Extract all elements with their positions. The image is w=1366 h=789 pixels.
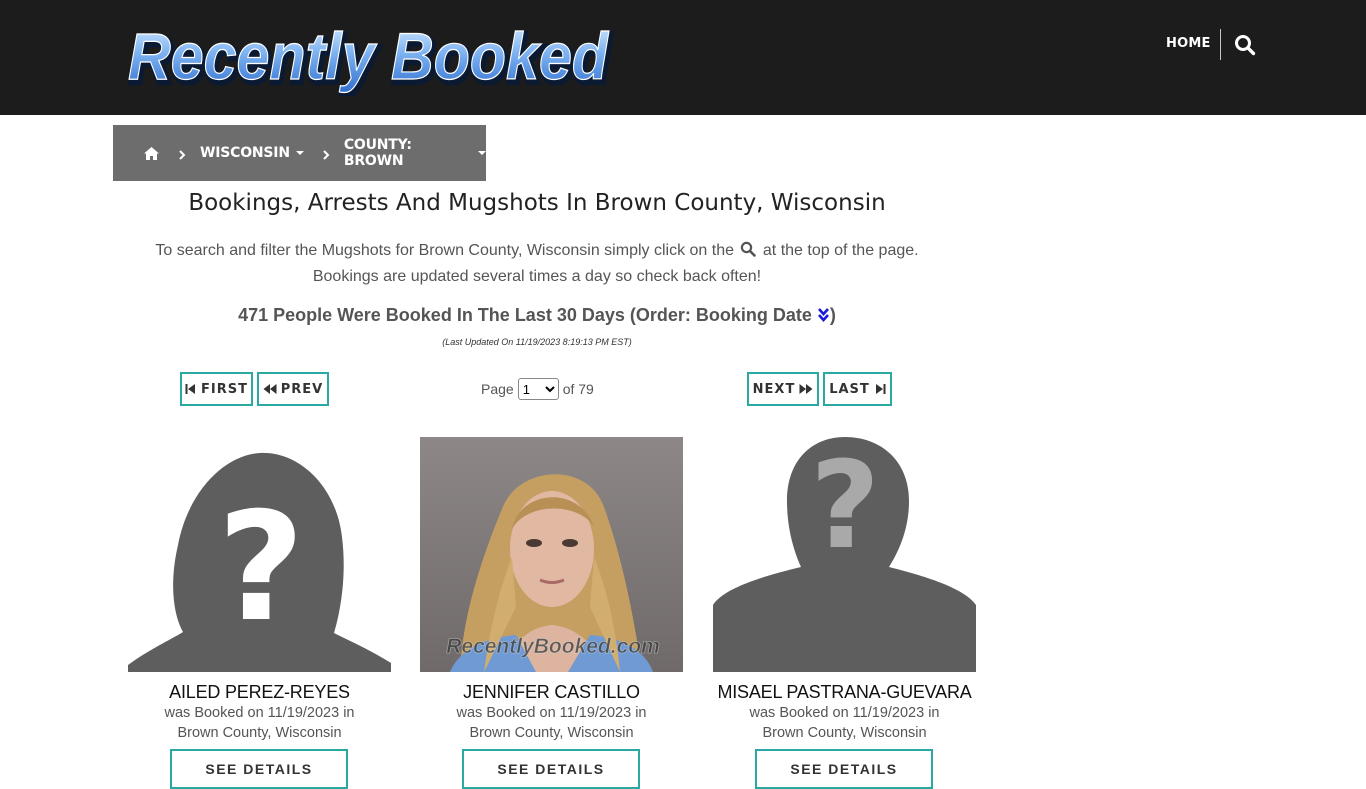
intro-text-part1: To search and filter the Mugshots for Br… <box>155 242 734 259</box>
logo-graphic: Recently Booked Recently Booked <box>127 18 615 96</box>
booking-location-text: Brown County, Wisconsin <box>469 725 634 741</box>
booking-name[interactable]: JENNIFER CASTILLO <box>380 682 723 703</box>
page-select[interactable]: 1 <box>517 378 559 400</box>
booking-count-text: 471 People Were Booked In The Last 30 Da… <box>238 305 812 325</box>
next-page-button[interactable]: NEXT <box>747 372 819 406</box>
backward-icon <box>263 384 277 394</box>
male-silhouette-placeholder-image[interactable]: ? <box>713 437 976 672</box>
nav-divider <box>1220 29 1221 60</box>
nav-home-link[interactable]: HOME <box>1166 36 1211 51</box>
breadcrumb-county-label: COUNTY: BROWN <box>343 137 412 169</box>
intro-text: To search and filter the Mugshots for Br… <box>113 238 961 290</box>
home-icon[interactable] <box>143 146 160 161</box>
last-page-label: LAST <box>829 381 870 397</box>
booking-card: RecentlyBooked.com JENNIFER CASTILLO was… <box>420 437 683 789</box>
prev-page-button[interactable]: PREV <box>257 372 329 406</box>
booking-info: was Booked on 11/19/2023 in Brown County… <box>693 703 996 743</box>
first-page-label: FIRST <box>201 381 248 397</box>
svg-text:RecentlyBooked.com: RecentlyBooked.com <box>446 635 660 658</box>
caret-down-icon <box>478 151 486 155</box>
search-icon <box>740 240 757 257</box>
booking-info: was Booked on 11/19/2023 in Brown County… <box>108 703 411 743</box>
breadcrumb-county-dropdown[interactable]: COUNTY: BROWN <box>344 137 486 169</box>
see-details-button[interactable]: SEE DETAILS <box>755 749 933 789</box>
page-selector: Page 1 of 79 <box>481 377 594 401</box>
breadcrumb-state-dropdown[interactable]: WISCONSIN <box>200 145 304 161</box>
booking-count-close: ) <box>829 305 836 325</box>
site-header: Recently Booked Recently Booked HOME <box>0 0 1366 115</box>
step-backward-icon <box>185 384 196 394</box>
booking-info: was Booked on 11/19/2023 in Brown County… <box>400 703 703 743</box>
booking-location-text: Brown County, Wisconsin <box>762 725 927 741</box>
svg-text:Recently Booked: Recently Booked <box>128 19 610 93</box>
intro-text-line2: Bookings are updated several times a day… <box>312 268 762 285</box>
first-page-button[interactable]: FIRST <box>180 372 253 406</box>
breadcrumb: WISCONSIN COUNTY: BROWN <box>113 125 486 181</box>
page-total: of 79 <box>562 381 594 397</box>
svg-text:?: ? <box>217 481 304 655</box>
site-logo[interactable]: Recently Booked Recently Booked <box>124 16 619 96</box>
caret-down-icon <box>295 151 304 155</box>
chevron-right-icon <box>178 148 186 160</box>
female-silhouette-placeholder-image[interactable]: ? <box>128 437 391 672</box>
next-page-label: NEXT <box>752 381 796 397</box>
booking-count-heading: 471 People Were Booked In The Last 30 Da… <box>113 305 961 326</box>
booking-location-text: Brown County, Wisconsin <box>177 725 342 741</box>
svg-text:?: ? <box>810 437 880 576</box>
double-chevron-down-icon[interactable] <box>817 307 830 323</box>
booking-name[interactable]: MISAEL PASTRANA-GUEVARA <box>673 682 1016 703</box>
booking-card: ? AILED PEREZ-REYES was Booked on 11/19/… <box>128 437 391 789</box>
booking-date-text: was Booked on 11/19/2023 in <box>164 705 355 721</box>
breadcrumb-state-label: WISCONSIN <box>200 145 290 161</box>
intro-text-part2: at the top of the page. <box>762 242 919 259</box>
forward-icon <box>799 384 813 394</box>
page-title: Bookings, Arrests And Mugshots In Brown … <box>188 190 886 216</box>
step-forward-icon <box>875 384 886 394</box>
booking-date-text: was Booked on 11/19/2023 in <box>749 705 940 721</box>
page-label: Page <box>481 381 514 397</box>
last-page-button[interactable]: LAST <box>823 372 892 406</box>
booking-date-text: was Booked on 11/19/2023 in <box>456 705 647 721</box>
prev-page-label: PREV <box>280 381 324 397</box>
last-updated-text: (Last Updated On 11/19/2023 8:19:13 PM E… <box>442 337 632 347</box>
search-icon[interactable] <box>1234 34 1256 56</box>
chevron-right-icon <box>322 148 330 160</box>
booking-card: ? MISAEL PASTRANA-GUEVARA was Booked on … <box>713 437 976 789</box>
see-details-button[interactable]: SEE DETAILS <box>462 749 640 789</box>
mugshot-photo[interactable]: RecentlyBooked.com <box>420 437 683 672</box>
see-details-button[interactable]: SEE DETAILS <box>170 749 348 789</box>
